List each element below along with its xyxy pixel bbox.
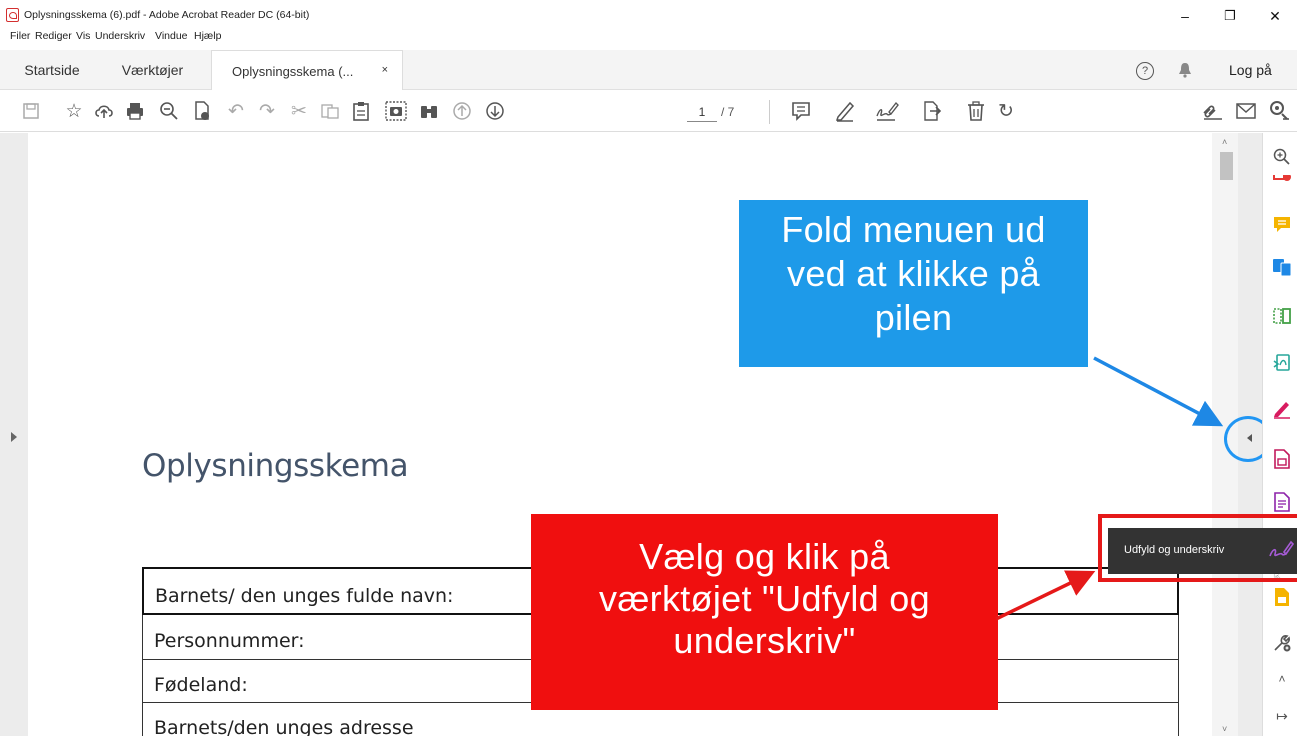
cut-icon[interactable]: ✂ (286, 98, 312, 124)
callout-red-line: underskriv" (673, 620, 856, 661)
snapshot-icon[interactable] (383, 98, 409, 124)
menu-underskriv[interactable]: Underskriv (95, 30, 145, 42)
callout-blue-line: pilen (874, 297, 953, 338)
bell-icon[interactable] (1176, 61, 1194, 79)
tab-document-label: Oplysningsskema (... (232, 63, 354, 79)
tab-close-icon[interactable]: × (382, 64, 388, 76)
highlight-pen-icon[interactable] (832, 98, 858, 124)
tab-bar: Startside Værktøjer Oplysningsskema (...… (0, 50, 1297, 91)
expand-left-panel-icon[interactable] (11, 432, 17, 442)
restore-button[interactable]: ❐ (1210, 0, 1250, 32)
save-icon[interactable] (18, 98, 44, 124)
tab-startside[interactable]: Startside (10, 50, 94, 90)
create-pdf-icon[interactable] (1271, 175, 1293, 187)
callout-red: Vælg og klik på værktøjet "Udfyld og und… (531, 514, 998, 710)
export-pdf-icon[interactable] (189, 98, 215, 124)
print-icon[interactable] (122, 98, 148, 124)
tab-vaerktojer[interactable]: Værktøjer (100, 50, 205, 90)
redo-icon[interactable]: ↷ (254, 98, 280, 124)
help-icon[interactable]: ? (1136, 62, 1154, 80)
prepare-form-icon[interactable] (1271, 491, 1293, 513)
find-binoculars-icon[interactable] (416, 98, 442, 124)
menu-filer[interactable]: Filer (10, 30, 30, 42)
undo-icon[interactable]: ↶ (223, 98, 249, 124)
compress-pdf-icon[interactable] (1271, 352, 1293, 374)
scroll-down-icon[interactable]: ˅ (1222, 724, 1227, 734)
comment-tool-icon[interactable] (1271, 214, 1293, 236)
toolbar: ☆ ↶ ↷ ✂ 1 / 7 ↻ (0, 90, 1297, 132)
share-link-icon[interactable] (1199, 98, 1225, 124)
zoom-in-icon[interactable] (1271, 146, 1293, 168)
close-button[interactable]: ✕ (1255, 0, 1295, 32)
collapse-tools-icon[interactable]: ˄ (1271, 668, 1293, 690)
protect-icon[interactable] (1271, 448, 1293, 470)
organize-pages-icon[interactable] (1271, 305, 1293, 327)
sign-icon[interactable] (874, 98, 900, 124)
document-heading: Oplysningsskema (142, 448, 409, 484)
highlight-box (1098, 514, 1297, 582)
minimize-button[interactable]: – (1165, 0, 1205, 32)
delete-icon[interactable] (963, 98, 989, 124)
send-comments-icon[interactable] (1271, 586, 1293, 608)
scrollbar-thumb[interactable] (1220, 152, 1233, 180)
page-total: / 7 (721, 105, 735, 119)
menu-bar: Filer Rediger Vis Underskriv Vindue Hjæl… (0, 30, 1297, 48)
export-tool-icon[interactable] (1271, 256, 1293, 278)
hide-panel-icon[interactable]: ↦ (1271, 705, 1293, 727)
callout-blue-line: ved at klikke på (787, 253, 1040, 294)
menu-hjaelp[interactable]: Hjælp (194, 30, 221, 42)
callout-blue-line: Fold menuen ud (781, 209, 1046, 250)
menu-vis[interactable]: Vis (76, 30, 90, 42)
page-number-input[interactable]: 1 (687, 102, 717, 122)
callout-blue: Fold menuen ud ved at klikke på pilen (739, 200, 1088, 367)
comment-icon[interactable] (788, 98, 814, 124)
window-title: Oplysningsskema (6).pdf - Adobe Acrobat … (24, 9, 310, 21)
acrobat-window: Oplysningsskema (6).pdf - Adobe Acrobat … (0, 0, 1297, 736)
copy-icon[interactable] (317, 98, 343, 124)
next-page-icon[interactable] (482, 98, 508, 124)
login-button[interactable]: Log på (1229, 62, 1272, 78)
rotate-icon[interactable]: ↻ (993, 98, 1019, 124)
callout-red-line: værktøjet "Udfyld og (599, 578, 930, 619)
zoom-out-icon[interactable] (156, 98, 182, 124)
previous-page-icon[interactable] (449, 98, 475, 124)
toolbar-divider (769, 100, 770, 124)
menu-rediger[interactable]: Rediger (35, 30, 72, 42)
send-for-signature-icon[interactable] (918, 98, 944, 124)
menu-vindue[interactable]: Vindue (155, 30, 188, 42)
add-user-icon[interactable] (1266, 98, 1292, 124)
star-icon[interactable]: ☆ (61, 98, 87, 124)
paste-icon[interactable] (348, 98, 374, 124)
title-bar: Oplysningsskema (6).pdf - Adobe Acrobat … (0, 0, 1297, 32)
cloud-upload-icon[interactable] (91, 98, 117, 124)
more-tools-icon[interactable] (1271, 632, 1293, 654)
tab-document[interactable]: Oplysningsskema (... × (211, 50, 403, 91)
callout-red-line: Vælg og klik på (639, 536, 890, 577)
scroll-up-icon[interactable]: ˄ (1222, 137, 1227, 147)
fill-sign-tool-icon[interactable] (1271, 398, 1293, 420)
email-icon[interactable] (1233, 98, 1259, 124)
pdf-app-icon (6, 8, 19, 22)
